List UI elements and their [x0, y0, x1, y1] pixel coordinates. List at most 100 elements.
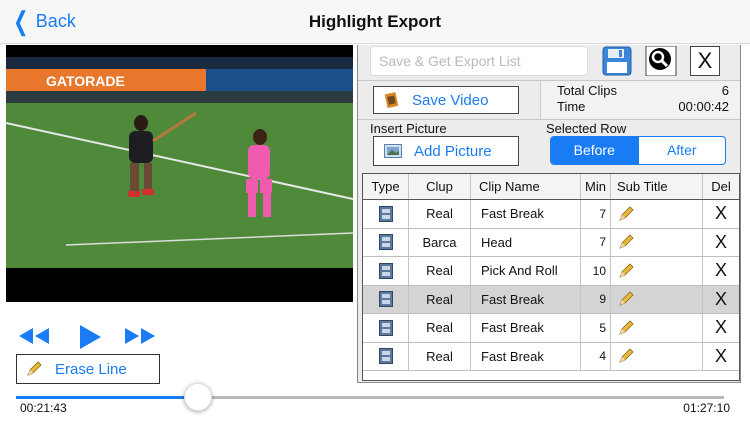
type-cell	[363, 257, 409, 285]
selected-row-segmented-control: Before After	[550, 136, 726, 165]
erase-line-button[interactable]: Erase Line	[16, 354, 160, 384]
export-panel: Save & Get Export List X Save Video Tota…	[357, 45, 741, 383]
min-cell: 7	[581, 228, 611, 256]
min-cell: 7	[581, 200, 611, 228]
total-clips-row: Total Clips 6	[557, 83, 729, 98]
table-row[interactable]: Real Fast Break 5 X	[363, 314, 739, 343]
add-picture-label: Add Picture	[414, 142, 492, 160]
video-clip-icon	[378, 234, 393, 251]
delete-button[interactable]: X	[703, 314, 739, 342]
picture-icon	[384, 144, 402, 158]
time-row: Time 00:00:42	[557, 99, 729, 114]
video-clip-icon	[378, 262, 393, 279]
min-cell: 5	[581, 314, 611, 342]
delete-button[interactable]: X	[703, 229, 739, 257]
timeline-progress	[16, 396, 198, 399]
min-cell: 4	[581, 342, 611, 370]
navigation-bar: ❮ Back Highlight Export	[0, 0, 750, 44]
type-cell	[363, 228, 409, 256]
clup-cell: Real	[409, 285, 471, 313]
pencil-icon[interactable]	[617, 290, 635, 308]
time-value: 00:00:42	[678, 99, 729, 114]
clup-cell: Real	[409, 200, 471, 228]
type-cell	[363, 314, 409, 342]
type-cell	[363, 285, 409, 313]
floppy-disk-icon[interactable]	[602, 46, 632, 76]
delete-button[interactable]: X	[703, 286, 739, 314]
subtitle-cell[interactable]	[611, 228, 703, 256]
clips-table: Type Clup Clip Name Min Sub Title Del Re…	[362, 173, 740, 381]
pencil-icon	[27, 361, 42, 376]
video-frame: GATORADE	[6, 45, 353, 302]
total-clips-label: Total Clips	[557, 83, 617, 98]
totals-box: Total Clips 6 Time 00:00:42	[540, 81, 740, 119]
erase-line-label: Erase Line	[55, 360, 127, 378]
clip-name-cell: Fast Break	[471, 200, 581, 228]
total-time: 01:27:10	[683, 401, 730, 415]
clup-cell: Barca	[409, 228, 471, 256]
total-clips-value: 6	[721, 83, 729, 98]
pencil-icon[interactable]	[617, 319, 635, 337]
header-del: Del	[711, 179, 731, 194]
film-icon	[384, 92, 399, 108]
pencil-icon[interactable]	[617, 205, 635, 223]
timeline-slider[interactable]	[16, 396, 724, 399]
banner-text: GATORADE	[46, 73, 125, 89]
delete-button[interactable]: X	[703, 257, 739, 285]
rewind-icon[interactable]	[18, 324, 50, 348]
pencil-icon[interactable]	[617, 262, 635, 280]
min-cell: 10	[581, 257, 611, 285]
subtitle-cell[interactable]	[611, 342, 703, 370]
search-icon[interactable]	[645, 46, 677, 76]
table-header: Type Clup Clip Name Min Sub Title Del	[363, 174, 739, 200]
video-clip-icon	[378, 291, 393, 308]
fast-forward-icon[interactable]	[124, 324, 156, 348]
timeline-knob[interactable]	[184, 383, 212, 411]
divider	[358, 119, 740, 120]
video-clip-icon	[378, 319, 393, 336]
table-row[interactable]: Barca Head 7 X	[363, 228, 739, 257]
subtitle-cell[interactable]	[611, 314, 703, 342]
segment-after[interactable]: After	[637, 137, 726, 164]
current-time: 00:21:43	[20, 401, 67, 415]
header-min: Min	[581, 174, 611, 199]
export-list-search-input[interactable]: Save & Get Export List	[370, 46, 588, 76]
segment-before[interactable]: Before	[551, 137, 638, 164]
add-picture-button[interactable]: Add Picture	[373, 136, 519, 166]
table-row[interactable]: Real Pick And Roll 10 X	[363, 257, 739, 286]
delete-button[interactable]: X	[703, 343, 739, 371]
header-sub-title: Sub Title	[611, 174, 703, 199]
transport-controls	[18, 324, 158, 350]
page-title: Highlight Export	[308, 12, 442, 31]
header-clup: Clup	[409, 174, 471, 199]
clip-name-cell: Head	[471, 228, 581, 256]
table-row[interactable]: Real Fast Break 7 X	[363, 200, 739, 229]
subtitle-cell[interactable]	[611, 285, 703, 313]
header-type: Type	[363, 174, 409, 199]
subtitle-cell[interactable]	[611, 200, 703, 228]
selected-row-label: Selected Row	[546, 121, 627, 136]
clup-cell: Real	[409, 314, 471, 342]
insert-picture-label: Insert Picture	[370, 121, 447, 136]
clup-cell: Real	[409, 342, 471, 370]
delete-button[interactable]: X	[703, 200, 739, 228]
save-video-label: Save Video	[412, 91, 489, 109]
video-player[interactable]: GATORADE	[6, 45, 353, 302]
clip-name-cell: Fast Break	[471, 285, 581, 313]
table-row[interactable]: Real Fast Break 9 X	[363, 285, 739, 314]
play-icon[interactable]	[78, 324, 102, 350]
time-label: Time	[557, 99, 586, 114]
header-clip-name: Clip Name	[471, 174, 581, 199]
video-clip-icon	[378, 205, 393, 222]
type-cell	[363, 200, 409, 228]
close-button[interactable]: X	[690, 46, 720, 76]
table-row[interactable]: Real Fast Break 4 X	[363, 342, 739, 371]
type-cell	[363, 342, 409, 370]
save-video-button[interactable]: Save Video	[373, 86, 519, 114]
pencil-icon[interactable]	[617, 233, 635, 251]
subtitle-cell[interactable]	[611, 257, 703, 285]
clup-cell: Real	[409, 257, 471, 285]
clip-name-cell: Fast Break	[471, 314, 581, 342]
pencil-icon[interactable]	[617, 347, 635, 365]
min-cell: 9	[581, 285, 611, 313]
